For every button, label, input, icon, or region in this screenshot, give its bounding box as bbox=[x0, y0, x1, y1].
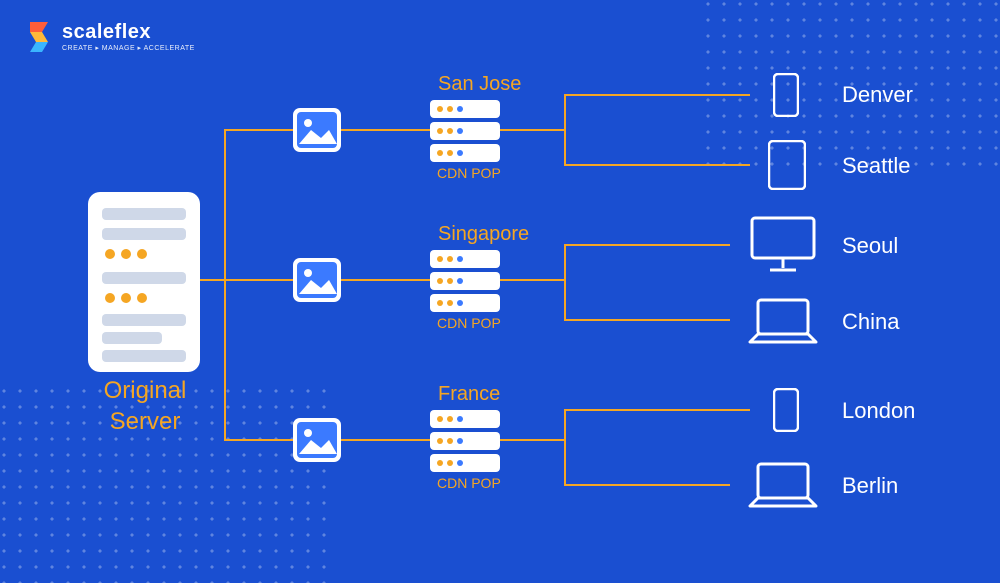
laptop-icon bbox=[748, 298, 818, 344]
pop-subtitle: CDN POP bbox=[437, 315, 501, 331]
cdn-pop-server-icon bbox=[430, 410, 500, 472]
cdn-pop-server-icon bbox=[430, 250, 500, 312]
device-label: Denver bbox=[842, 82, 913, 108]
pop-subtitle: CDN POP bbox=[437, 165, 501, 181]
pop-title: Singapore bbox=[438, 223, 529, 246]
pop-title: France bbox=[438, 383, 500, 406]
pop-subtitle: CDN POP bbox=[437, 475, 501, 491]
tablet-icon bbox=[768, 140, 806, 190]
origin-server-icon bbox=[88, 192, 200, 372]
device-label: Berlin bbox=[842, 473, 898, 499]
laptop-icon bbox=[748, 462, 818, 508]
origin-server-label: Original Server bbox=[85, 375, 205, 437]
phone-icon bbox=[773, 73, 799, 117]
device-label: China bbox=[842, 309, 899, 335]
image-icon bbox=[293, 108, 341, 152]
image-icon bbox=[293, 418, 341, 462]
image-icon bbox=[293, 258, 341, 302]
device-label: Seattle bbox=[842, 153, 911, 179]
desktop-icon bbox=[748, 216, 818, 274]
pop-title: San Jose bbox=[438, 73, 521, 96]
cdn-pop-server-icon bbox=[430, 100, 500, 162]
device-label: London bbox=[842, 398, 915, 424]
phone-icon bbox=[773, 388, 799, 432]
device-label: Seoul bbox=[842, 233, 898, 259]
